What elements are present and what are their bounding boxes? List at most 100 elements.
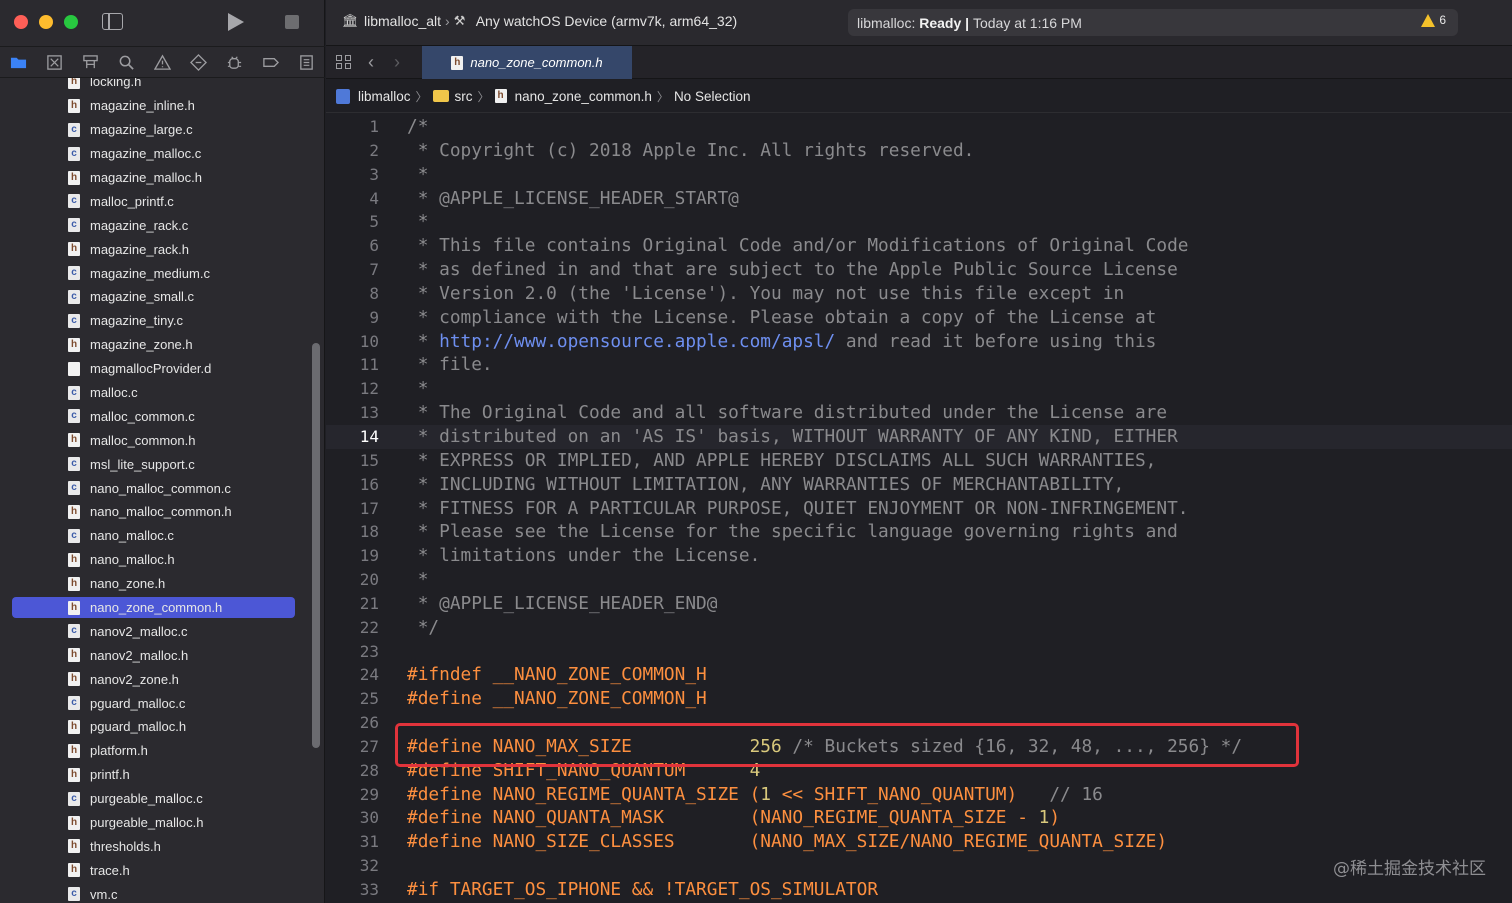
file-row[interactable]: h magazine_zone.h — [0, 333, 310, 357]
line-number[interactable]: 16 — [326, 473, 379, 497]
line-number[interactable]: 7 — [326, 258, 379, 282]
stop-icon[interactable] — [285, 15, 299, 29]
file-row[interactable]: c magazine_small.c — [0, 285, 310, 309]
file-row[interactable]: h nano_malloc_common.h — [0, 500, 310, 524]
sidebar-scrollbar[interactable] — [312, 343, 320, 748]
sidebar-icon[interactable] — [102, 13, 123, 30]
file-row[interactable]: h thresholds.h — [0, 835, 310, 859]
line-number[interactable]: 32 — [326, 854, 379, 878]
issue-icon[interactable] — [144, 47, 180, 77]
file-row[interactable]: h magazine_malloc.h — [0, 166, 310, 190]
line-number[interactable]: 10 — [326, 330, 379, 354]
tab-nano-zone-common[interactable]: h nano_zone_common.h — [422, 46, 632, 79]
file-row[interactable]: magmallocProvider.d — [0, 357, 310, 381]
report-icon[interactable] — [288, 47, 324, 77]
file-row[interactable]: h locking.h — [0, 78, 310, 94]
breadcrumb-selection[interactable]: No Selection — [674, 89, 751, 104]
breadcrumb-file[interactable]: h nano_zone_common.h — [494, 89, 652, 104]
file-row[interactable]: h purgeable_malloc.h — [0, 811, 310, 835]
folder-icon[interactable] — [0, 47, 36, 77]
close-window-button[interactable] — [14, 15, 28, 29]
symbol-icon[interactable] — [72, 47, 108, 77]
breadcrumb-folder[interactable]: src — [432, 89, 473, 104]
file-row[interactable]: c nanov2_malloc.c — [0, 619, 310, 643]
line-number[interactable]: 19 — [326, 544, 379, 568]
line-number[interactable]: 21 — [326, 592, 379, 616]
line-number[interactable]: 18 — [326, 520, 379, 544]
minimize-window-button[interactable] — [39, 15, 53, 29]
line-number[interactable]: 31 — [326, 830, 379, 854]
line-number[interactable]: 2 — [326, 139, 379, 163]
line-number[interactable]: 29 — [326, 783, 379, 807]
play-icon[interactable] — [228, 13, 244, 31]
file-row[interactable]: h malloc_common.h — [0, 428, 310, 452]
file-row[interactable]: h nano_zone.h — [0, 572, 310, 596]
file-row[interactable]: h magazine_rack.h — [0, 237, 310, 261]
file-row[interactable]: h pguard_malloc.h — [0, 715, 310, 739]
test-icon[interactable] — [180, 47, 216, 77]
code-token: * The Original Code and all software dis… — [407, 402, 1168, 424]
line-number[interactable]: 9 — [326, 306, 379, 330]
line-number[interactable]: 6 — [326, 234, 379, 258]
file-row[interactable]: c msl_lite_support.c — [0, 452, 310, 476]
chevron-left-icon[interactable]: ‹ — [368, 52, 374, 73]
line-number[interactable]: 28 — [326, 759, 379, 783]
line-number[interactable]: 1 — [326, 115, 379, 139]
source-control-icon[interactable] — [36, 47, 72, 77]
file-row[interactable]: c vm.c — [0, 882, 310, 903]
line-number[interactable]: 27 — [326, 735, 379, 759]
file-row[interactable]: c pguard_malloc.c — [0, 691, 310, 715]
chevron-right-icon[interactable]: › — [394, 52, 400, 73]
file-name: magazine_malloc.h — [90, 170, 203, 185]
line-number[interactable]: 14 — [326, 425, 379, 449]
line-number[interactable]: 22 — [326, 616, 379, 640]
scheme-selector[interactable]: 🏛 libmalloc_alt › ⚒ Any watchOS Device (… — [342, 13, 737, 29]
file-row[interactable]: h printf.h — [0, 763, 310, 787]
file-row[interactable]: h magazine_inline.h — [0, 94, 310, 118]
file-row[interactable]: c magazine_rack.c — [0, 213, 310, 237]
breakpoint-icon[interactable] — [252, 47, 288, 77]
line-number[interactable]: 17 — [326, 497, 379, 521]
line-number[interactable]: 15 — [326, 449, 379, 473]
file-name: malloc.c — [90, 385, 138, 401]
file-row[interactable]: c malloc_common.c — [0, 404, 310, 428]
file-row[interactable]: c nano_malloc_common.c — [0, 476, 310, 500]
line-number[interactable]: 12 — [326, 377, 379, 401]
line-number[interactable]: 24 — [326, 663, 379, 687]
source-code-editor[interactable]: 1/* 2 * Copyright (c) 2018 Apple Inc. All… — [326, 114, 1512, 903]
line-number[interactable]: 5 — [326, 210, 379, 234]
line-number[interactable]: 8 — [326, 282, 379, 306]
file-row[interactable]: c purgeable_malloc.c — [0, 787, 310, 811]
file-row[interactable]: c nano_malloc.c — [0, 524, 310, 548]
file-row[interactable]: c magazine_malloc.c — [0, 142, 310, 166]
file-row[interactable]: h trace.h — [0, 858, 310, 882]
search-icon[interactable] — [108, 47, 144, 77]
code-token: << SHIFT_NANO_QUANTUM) — [771, 783, 1050, 805]
line-number[interactable]: 33 — [326, 878, 379, 902]
line-number[interactable]: 30 — [326, 806, 379, 830]
warning-badge[interactable]: 6 — [1421, 13, 1446, 27]
line-number[interactable]: 26 — [326, 711, 379, 735]
maximize-window-button[interactable] — [64, 15, 78, 29]
line-number[interactable]: 11 — [326, 353, 379, 377]
breadcrumb-project[interactable]: libmalloc — [336, 88, 411, 104]
file-row[interactable]: h platform.h — [0, 739, 310, 763]
file-row[interactable]: h nano_malloc.h — [0, 548, 310, 572]
line-number[interactable]: 20 — [326, 568, 379, 592]
file-row[interactable]: h nano_zone_common.h — [0, 596, 310, 620]
line-number[interactable]: 4 — [326, 187, 379, 211]
file-row[interactable]: c malloc_printf.c — [0, 189, 310, 213]
file-row[interactable]: h nanov2_malloc.h — [0, 643, 310, 667]
grid-icon[interactable] — [336, 55, 352, 70]
file-row[interactable]: c magazine_large.c — [0, 118, 310, 142]
file-row[interactable]: c magazine_medium.c — [0, 261, 310, 285]
line-number[interactable]: 25 — [326, 687, 379, 711]
line-number[interactable]: 23 — [326, 640, 379, 664]
file-row[interactable]: h nanov2_zone.h — [0, 667, 310, 691]
code-link[interactable]: http://www.opensource.apple.com/apsl/ — [439, 331, 835, 352]
debug-icon[interactable] — [216, 47, 252, 77]
file-row[interactable]: c magazine_tiny.c — [0, 309, 310, 333]
file-row[interactable]: c malloc.c — [0, 381, 310, 405]
line-number[interactable]: 13 — [326, 401, 379, 425]
line-number[interactable]: 3 — [326, 163, 379, 187]
